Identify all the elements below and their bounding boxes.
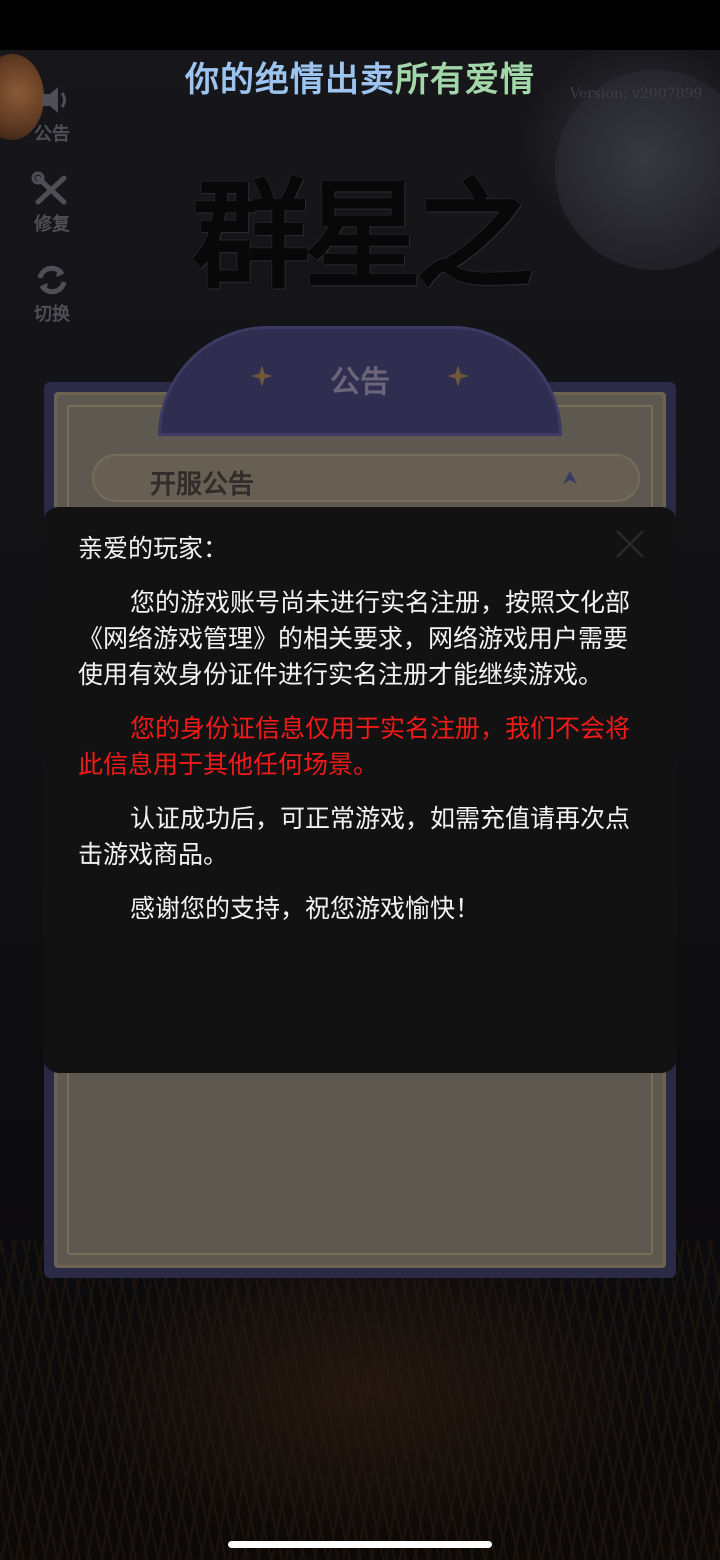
side-item-label: 公告 xyxy=(34,124,70,145)
star-icon xyxy=(447,365,469,387)
dialog-thanks: 感谢您的支持，祝您游戏愉快！ xyxy=(130,894,481,923)
headline-part-2: 出卖 xyxy=(325,60,395,100)
notice-header-arch: 公告 xyxy=(158,326,562,436)
status-bar xyxy=(0,0,720,50)
section-title: 开服公告 xyxy=(150,470,255,500)
side-item-label: 修复 xyxy=(34,214,70,235)
grass-decoration xyxy=(0,1240,720,1560)
side-item-label: 切换 xyxy=(34,304,70,325)
side-item-repair[interactable]: 修复 xyxy=(24,170,80,260)
version-label: Version: v2007899 xyxy=(570,86,703,102)
dialog-greeting: 亲爱的玩家： xyxy=(78,534,229,563)
wrench-icon xyxy=(31,171,67,205)
dialog-paragraph: 认证成功后，可正常游戏，如需充值请再次点击游戏商品。 xyxy=(78,804,631,869)
chevron-up-icon xyxy=(563,471,577,484)
speaker-icon xyxy=(42,87,66,113)
side-item-switch[interactable]: 切换 xyxy=(24,260,80,350)
dialog-paragraph: 您的游戏账号尚未进行实名注册，按照文化部《网络游戏管理》的相关要求，网络游戏用户… xyxy=(78,588,631,689)
home-indicator[interactable] xyxy=(228,1541,492,1548)
real-name-dialog: 亲爱的玩家： 您的游戏账号尚未进行实名注册，按照文化部《网络游戏管理》的相关要求… xyxy=(43,507,677,1073)
switch-icon xyxy=(37,265,67,295)
headline-part-1: 你的绝情 xyxy=(185,60,325,100)
headline-part-3: 所有爱情 xyxy=(395,60,535,100)
notice-title: 公告 xyxy=(330,365,390,400)
dialog-warning: 您的身份证信息仅用于实名注册，我们不会将此信息用于其他任何场景。 xyxy=(78,714,631,779)
announcement-section-header[interactable]: 开服公告 xyxy=(92,454,640,502)
side-item-announcement[interactable]: 公告 xyxy=(24,80,80,170)
side-menu: 公告 修复 切换 xyxy=(24,80,80,350)
dialog-body: 亲爱的玩家： 您的游戏账号尚未进行实名注册，按照文化部《网络游戏管理》的相关要求… xyxy=(78,531,644,945)
